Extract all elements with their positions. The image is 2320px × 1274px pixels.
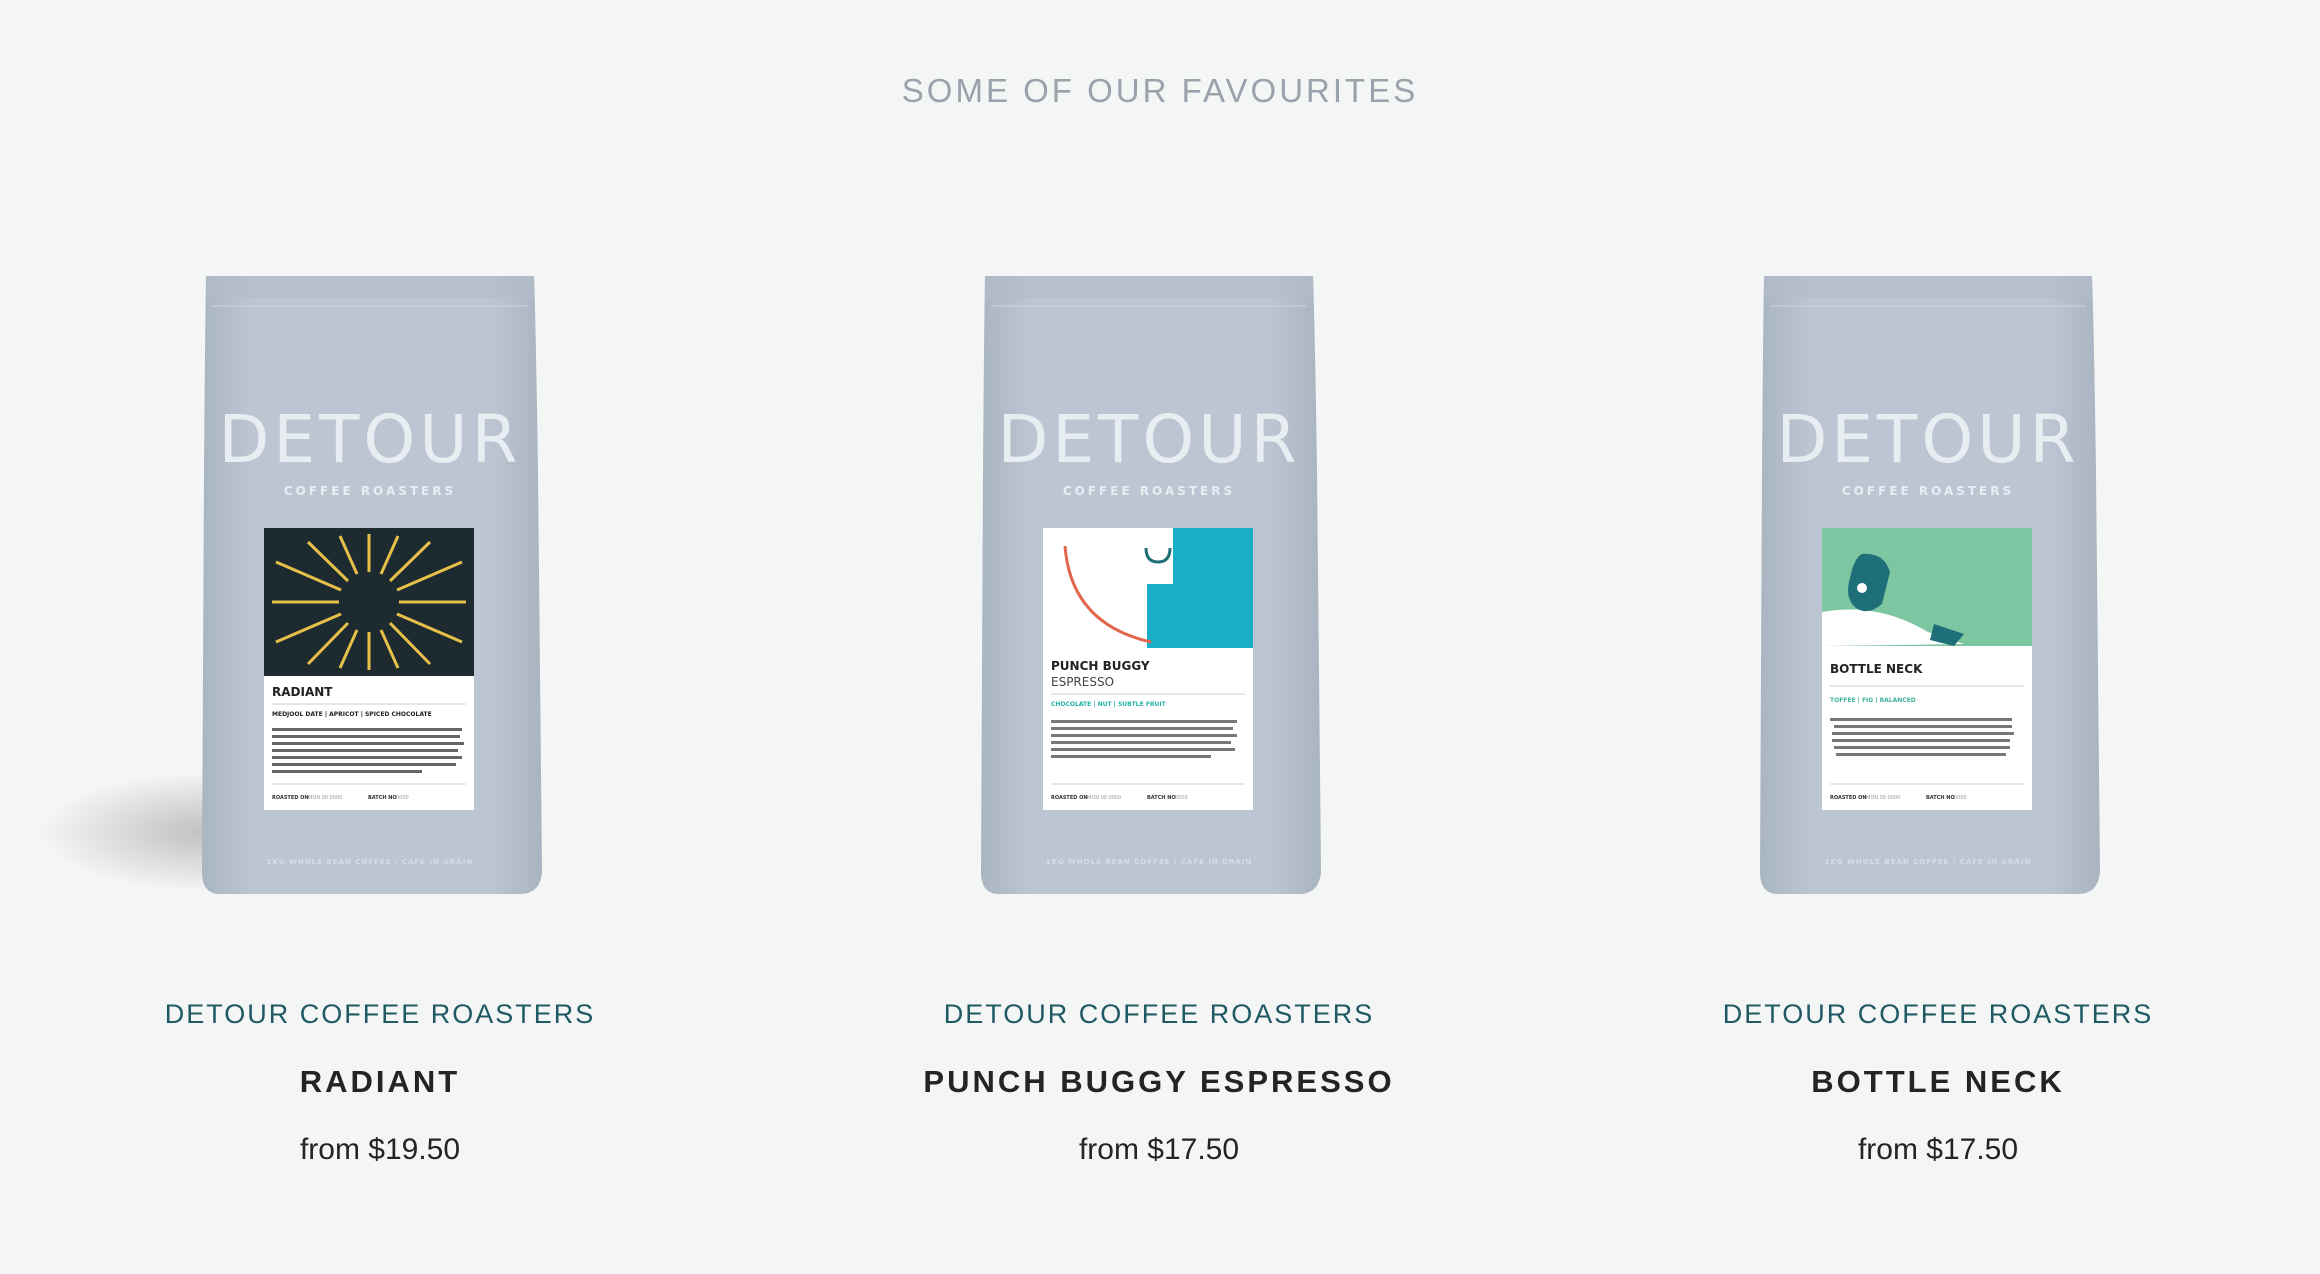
bag-footer: 1KG WHOLE BEAN COFFEE | CAFE IN GRAIN: [267, 858, 474, 867]
product-image[interactable]: DETOUR COFFEE ROASTERS RADIANT MEDJOOL D…: [0, 272, 760, 902]
label-notes: TOFFEE | FIG | BALANCED: [1830, 697, 1916, 704]
label-title: BOTTLE NECK: [1830, 662, 1923, 676]
bag-subtitle: COFFEE ROASTERS: [1063, 484, 1235, 498]
label-subtitle: ESPRESSO: [1051, 675, 1114, 689]
batch-label: BATCH NO: [1147, 795, 1176, 801]
coffee-bag-image: DETOUR COFFEE ROASTERS BOTTLE NECK TOFFE…: [1760, 276, 2100, 894]
bag-logo: DETOUR: [998, 401, 1301, 478]
product-image[interactable]: DETOUR COFFEE ROASTERS PUNCH BUGGY ESPRE…: [779, 272, 1539, 902]
bag-subtitle: COFFEE ROASTERS: [284, 484, 456, 498]
coffee-bag-image: DETOUR COFFEE ROASTERS PUNCH BUGGY ESPRE…: [981, 276, 1321, 894]
roasted-value: MON 00 0000: [308, 795, 342, 801]
roasted-value: MON 00 0000: [1866, 795, 1900, 801]
bag-footer: 1KG WHOLE BEAN COFFEE | CAFE IN GRAIN: [1825, 858, 2032, 867]
roasted-label: ROASTED ON: [1051, 795, 1088, 801]
roasted-label: ROASTED ON: [272, 795, 309, 801]
batch-value: 0000: [1175, 795, 1188, 801]
bag-footer: 1KG WHOLE BEAN COFFEE | CAFE IN GRAIN: [1046, 858, 1253, 867]
batch-value: 0000: [396, 795, 409, 801]
product-card-bottle-neck[interactable]: DETOUR COFFEE ROASTERS BOTTLE NECK TOFFE…: [1558, 0, 2318, 1274]
product-vendor[interactable]: DETOUR COFFEE ROASTERS: [779, 999, 1539, 1030]
product-vendor[interactable]: DETOUR COFFEE ROASTERS: [0, 999, 760, 1030]
product-price: from $17.50: [1857, 1133, 2019, 1166]
bag-logo: DETOUR: [1777, 401, 2080, 478]
bag-subtitle: COFFEE ROASTERS: [1842, 484, 2014, 498]
product-price: from $19.50: [299, 1133, 461, 1166]
product-section: SOME OF OUR FAVOURITES DETOUR COFFEE ROA…: [0, 0, 2320, 1274]
roasted-label: ROASTED ON: [1830, 795, 1867, 801]
product-vendor[interactable]: DETOUR COFFEE ROASTERS: [1558, 999, 2318, 1030]
label-title: RADIANT: [272, 685, 333, 699]
batch-label: BATCH NO: [1926, 795, 1955, 801]
roasted-value: MON 00 0000: [1087, 795, 1121, 801]
product-price: from $17.50: [1078, 1133, 1240, 1166]
product-image[interactable]: DETOUR COFFEE ROASTERS BOTTLE NECK TOFFE…: [1558, 272, 2318, 902]
product-card-radiant[interactable]: DETOUR COFFEE ROASTERS RADIANT MEDJOOL D…: [0, 0, 760, 1274]
label-title: PUNCH BUGGY: [1051, 659, 1150, 673]
product-title[interactable]: PUNCH BUGGY ESPRESSO: [779, 1064, 1539, 1100]
label-notes: MEDJOOL DATE | APRICOT | SPICED CHOCOLAT…: [272, 711, 432, 718]
product-card-punch-buggy-espresso[interactable]: DETOUR COFFEE ROASTERS PUNCH BUGGY ESPRE…: [779, 0, 1539, 1274]
product-title[interactable]: RADIANT: [0, 1064, 760, 1100]
bag-logo: DETOUR: [219, 401, 522, 478]
batch-label: BATCH NO: [368, 795, 397, 801]
coffee-bag-image: DETOUR COFFEE ROASTERS RADIANT MEDJOOL D…: [40, 276, 542, 894]
product-title[interactable]: BOTTLE NECK: [1558, 1064, 2318, 1100]
label-notes: CHOCOLATE | NUT | SUBTLE FRUIT: [1051, 701, 1167, 708]
batch-value: 0000: [1954, 795, 1967, 801]
